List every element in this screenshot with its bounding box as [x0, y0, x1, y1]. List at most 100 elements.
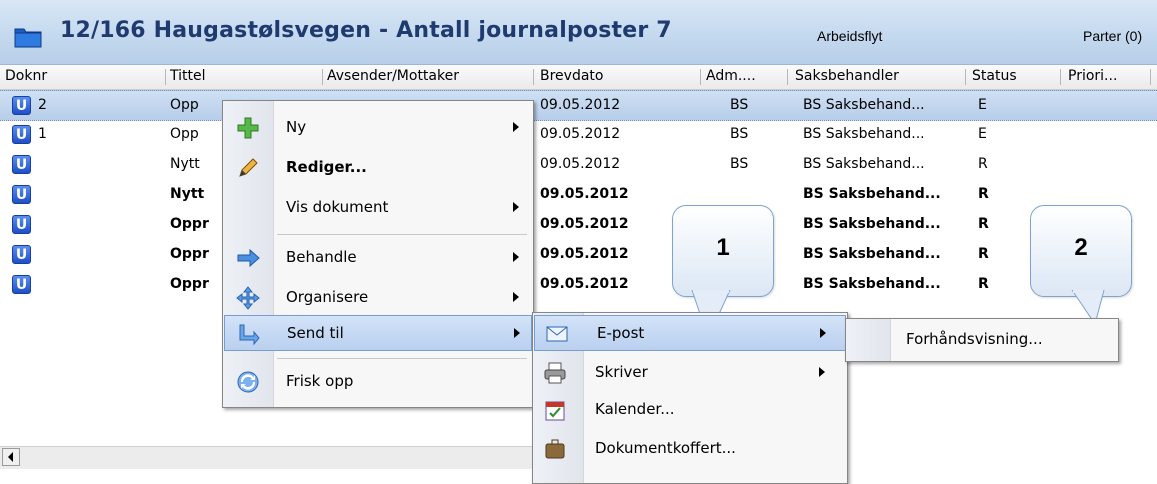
cell-brevdato: 09.05.2012: [540, 97, 621, 113]
document-status-icon: U: [12, 96, 31, 115]
cell-tittel: Nytt: [170, 156, 200, 172]
briefcase-icon: [545, 439, 565, 459]
cell-doknr: 2: [38, 97, 47, 113]
document-status-icon: U: [12, 275, 31, 294]
menu-item-label: Send til: [287, 324, 344, 342]
callout-number: 1: [716, 234, 730, 261]
submenu-arrow-icon: [820, 328, 826, 338]
cell-brevdato: 09.05.2012: [540, 216, 629, 232]
context-menu: Ny Rediger... Vis dokument Behandle Orga…: [222, 100, 534, 408]
menu-item-dokumentkoffert[interactable]: Dokumentkoffert...: [533, 431, 847, 467]
submenu-arrow-icon: [513, 252, 519, 262]
menu-item-skriver[interactable]: Skriver: [533, 355, 847, 391]
column-separator[interactable]: [965, 69, 966, 85]
cell-status: R: [978, 156, 988, 172]
menu-item-label: Behandle: [286, 248, 357, 266]
tab-parter[interactable]: Parter (0): [1083, 28, 1142, 44]
scroll-left-button[interactable]: [2, 448, 20, 466]
move-icon: [236, 286, 260, 310]
calendar-icon: [545, 401, 565, 421]
column-status[interactable]: Status: [972, 68, 1017, 84]
column-separator[interactable]: [1150, 69, 1151, 85]
menu-item-label: Ny: [286, 118, 307, 136]
column-separator[interactable]: [165, 69, 166, 85]
table-row[interactable]: U 1 Opp 09.05.2012 BS BS Saksbehand... E: [0, 120, 1157, 149]
column-brevdato[interactable]: Brevdato: [540, 68, 603, 84]
horizontal-scrollbar[interactable]: [0, 446, 540, 469]
table-row[interactable]: U Oppr 09.05.2012 BS Saksbehand... R: [0, 210, 1157, 239]
menu-item-vis-dokument[interactable]: Vis dokument: [223, 190, 533, 226]
cell-status: R: [978, 276, 989, 292]
envelope-icon: [546, 326, 568, 342]
callout-1: 1: [672, 205, 774, 297]
cell-tittel: Nytt: [170, 186, 205, 202]
forward-arrow-icon: [237, 248, 260, 268]
column-doknr[interactable]: Doknr: [5, 68, 47, 84]
column-header-row: Doknr Tittel Avsender/Mottaker Brevdato …: [0, 65, 1157, 90]
column-separator[interactable]: [787, 69, 788, 85]
column-tittel[interactable]: Tittel: [170, 68, 206, 84]
menu-item-rediger[interactable]: Rediger...: [223, 150, 533, 186]
column-prioritet[interactable]: Priori...: [1068, 68, 1117, 84]
column-separator[interactable]: [1060, 69, 1061, 85]
menu-item-organisere[interactable]: Organisere: [223, 280, 533, 316]
menu-item-epost[interactable]: E-post: [534, 315, 846, 351]
tab-arbeidsflyt[interactable]: Arbeidsflyt: [817, 28, 882, 44]
callout-number: 2: [1074, 234, 1088, 261]
cell-tittel: Opp: [170, 97, 199, 113]
cell-tittel: Oppr: [170, 216, 209, 232]
submenu-arrow-icon: [819, 367, 825, 377]
menu-item-label: Rediger...: [286, 158, 367, 176]
cell-adm: BS: [730, 97, 749, 113]
cell-brevdato: 09.05.2012: [540, 156, 621, 172]
column-separator[interactable]: [322, 69, 323, 85]
printer-icon: [544, 362, 566, 384]
menu-item-ny[interactable]: Ny: [223, 110, 533, 146]
cell-saksbehandler: BS Saksbehand...: [803, 97, 925, 113]
column-adm[interactable]: Adm....: [706, 68, 756, 84]
cell-brevdato: 09.05.2012: [540, 186, 629, 202]
menu-item-kalender[interactable]: Kalender...: [533, 392, 847, 428]
pencil-icon: [239, 158, 258, 177]
table-row[interactable]: U Nytt 09.05.2012 BS BS Saksbehand... R: [0, 150, 1157, 179]
menu-item-label: Dokumentkoffert...: [595, 439, 736, 457]
column-separator[interactable]: [700, 69, 701, 85]
scroll-left-arrow-icon: [8, 452, 13, 462]
cell-adm: BS: [730, 156, 749, 172]
menu-item-behandle[interactable]: Behandle: [223, 240, 533, 276]
cell-tittel: Opp: [170, 126, 199, 142]
column-separator[interactable]: [533, 69, 534, 85]
plus-icon: [237, 117, 259, 139]
document-status-icon: U: [12, 245, 31, 264]
send-icon: [239, 324, 260, 346]
column-avsender[interactable]: Avsender/Mottaker: [327, 68, 459, 84]
cell-saksbehandler: BS Saksbehand...: [803, 216, 941, 232]
menu-item-label: Skriver: [595, 363, 648, 381]
epost-submenu: Forhåndsvisning...: [845, 318, 1119, 362]
document-status-icon: U: [12, 185, 31, 204]
folder-icon: [14, 26, 42, 48]
menu-item-frisk-opp[interactable]: Frisk opp: [223, 364, 533, 400]
table-row[interactable]: U Oppr 09.05.2012 BS Saksbehand... R: [0, 270, 1157, 299]
cell-status: R: [978, 186, 989, 202]
menu-item-forhandsvisning[interactable]: Forhåndsvisning...: [846, 322, 1118, 358]
cell-saksbehandler: BS Saksbehand...: [803, 276, 941, 292]
cell-brevdato: 09.05.2012: [540, 276, 629, 292]
cell-tittel: Oppr: [170, 246, 209, 262]
cell-brevdato: 09.05.2012: [540, 126, 621, 142]
cell-brevdato: 09.05.2012: [540, 246, 629, 262]
table-row[interactable]: U Nytt 09.05.2012 BS Saksbehand... R: [0, 180, 1157, 209]
table-row[interactable]: U 2 Opp 09.05.2012 BS BS Saksbehand... E: [0, 90, 1157, 121]
cell-saksbehandler: BS Saksbehand...: [803, 126, 925, 142]
cell-status: E: [978, 126, 987, 142]
document-status-icon: U: [12, 215, 31, 234]
cell-tittel: Oppr: [170, 276, 209, 292]
cell-saksbehandler: BS Saksbehand...: [803, 156, 925, 172]
table-row[interactable]: U Oppr 09.05.2012 BS Saksbehand... R: [0, 240, 1157, 269]
cell-doknr: 1: [38, 126, 47, 142]
menu-item-label: Organisere: [286, 288, 369, 306]
submenu-arrow-icon: [513, 202, 519, 212]
menu-item-send-til[interactable]: Send til: [224, 315, 532, 351]
menu-item-label: Vis dokument: [286, 198, 389, 216]
column-saksbehandler[interactable]: Saksbehandler: [795, 68, 899, 84]
